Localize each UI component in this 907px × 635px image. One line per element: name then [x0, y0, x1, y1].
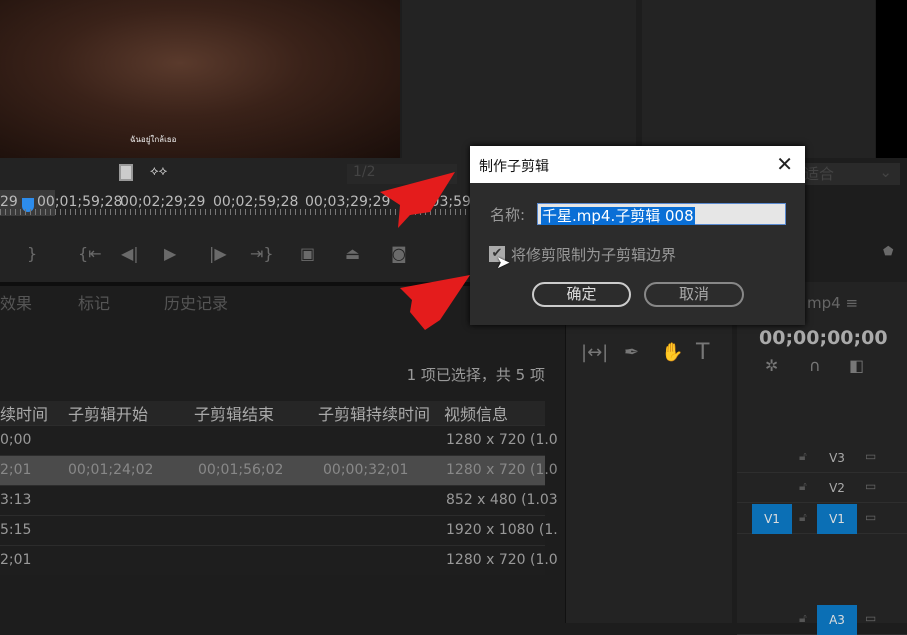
annotation-arrows	[380, 172, 470, 330]
red-arrow-icon	[400, 275, 470, 330]
red-arrow-icon	[380, 172, 455, 228]
